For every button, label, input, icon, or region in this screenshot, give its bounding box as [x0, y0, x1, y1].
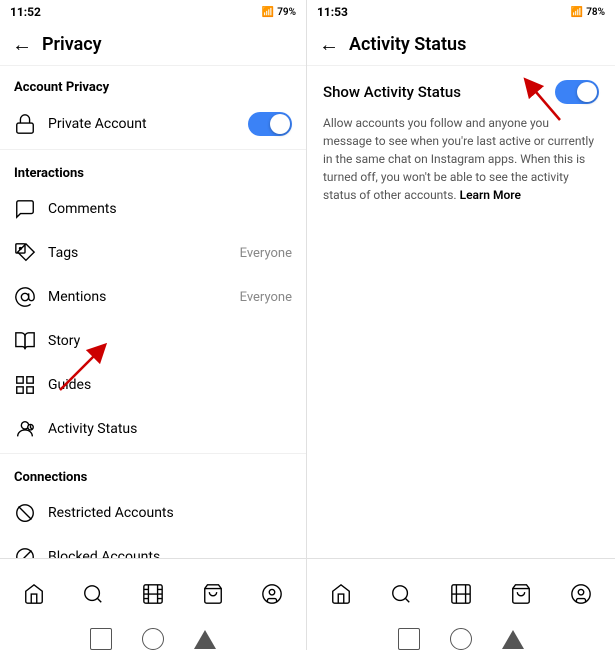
right-nav-search[interactable]	[382, 577, 420, 611]
left-bottom-nav	[0, 558, 306, 628]
activity-description: Allow accounts you follow and anyone you…	[323, 114, 599, 204]
right-gesture-triangle	[502, 630, 524, 649]
left-panel: 11:52 📶 79% ← Privacy Account Privacy Pr…	[0, 0, 307, 650]
right-nav-profile[interactable]	[562, 577, 600, 611]
left-page-title: Privacy	[42, 34, 102, 55]
right-panel: 11:53 📶 78% ← Activity Status Show Activ…	[307, 0, 615, 650]
menu-item-tags[interactable]: Tags Everyone	[0, 231, 306, 275]
section-connections: Connections	[0, 456, 306, 491]
left-time: 11:52	[10, 5, 41, 19]
right-status-icons: 📶 78%	[571, 7, 605, 18]
restricted-accounts-label: Restricted Accounts	[48, 505, 292, 521]
right-time: 11:53	[317, 5, 348, 19]
at-icon	[14, 286, 36, 308]
left-status-icons: 📶 79%	[262, 7, 296, 18]
right-back-button[interactable]: ←	[319, 32, 339, 57]
mentions-value: Everyone	[240, 290, 292, 305]
right-page-title: Activity Status	[349, 34, 466, 55]
right-gesture-circle	[450, 628, 472, 650]
tags-value: Everyone	[240, 246, 292, 261]
right-battery: 78%	[586, 7, 605, 18]
private-account-label: Private Account	[48, 116, 236, 132]
left-status-bar: 11:52 📶 79%	[0, 0, 306, 24]
left-top-bar: ← Privacy	[0, 24, 306, 66]
restricted-icon	[14, 502, 36, 524]
section-interactions: Interactions	[0, 152, 306, 187]
right-gesture-bar	[307, 628, 615, 650]
gesture-square	[90, 628, 112, 650]
gesture-triangle	[194, 630, 216, 649]
show-activity-toggle-row: Show Activity Status	[323, 80, 599, 104]
section-account-privacy: Account Privacy	[0, 66, 306, 101]
right-content-area: Show Activity Status Allow accounts you …	[307, 66, 615, 558]
guides-label: Guides	[48, 377, 292, 393]
tag-icon	[14, 242, 36, 264]
learn-more-link[interactable]: Learn More	[460, 188, 521, 202]
show-activity-toggle[interactable]	[555, 80, 599, 104]
right-top-bar: ← Activity Status	[307, 24, 615, 66]
right-status-bar: 11:53 📶 78%	[307, 0, 615, 24]
menu-item-comments[interactable]: Comments	[0, 187, 306, 231]
story-label: Story	[48, 333, 292, 349]
comment-icon	[14, 198, 36, 220]
left-gesture-bar	[0, 628, 306, 650]
gesture-circle	[142, 628, 164, 650]
left-nav-reels[interactable]	[134, 577, 172, 611]
left-battery: 79%	[277, 7, 296, 18]
lock-icon	[14, 113, 36, 135]
right-nav-reels[interactable]	[442, 577, 480, 611]
comments-label: Comments	[48, 201, 292, 217]
menu-item-story[interactable]: Story	[0, 319, 306, 363]
activity-status-icon	[14, 418, 36, 440]
blocked-accounts-label: Blocked Accounts	[48, 549, 292, 558]
right-bottom-nav	[307, 558, 615, 628]
menu-item-guides[interactable]: Guides	[0, 363, 306, 407]
tags-label: Tags	[48, 245, 228, 261]
left-nav-home[interactable]	[15, 577, 53, 611]
menu-item-private-account[interactable]: Private Account	[0, 101, 306, 147]
right-nav-home[interactable]	[322, 577, 360, 611]
left-scroll-area: Account Privacy Private Account Interact…	[0, 66, 306, 558]
left-nav-profile[interactable]	[253, 577, 291, 611]
guides-icon	[14, 374, 36, 396]
right-nav-shop[interactable]	[502, 577, 540, 611]
blocked-icon	[14, 546, 36, 558]
menu-item-restricted-accounts[interactable]: Restricted Accounts	[0, 491, 306, 535]
menu-item-mentions[interactable]: Mentions Everyone	[0, 275, 306, 319]
mentions-label: Mentions	[48, 289, 228, 305]
left-nav-search[interactable]	[74, 577, 112, 611]
activity-status-label: Activity Status	[48, 421, 292, 437]
menu-item-blocked-accounts[interactable]: Blocked Accounts	[0, 535, 306, 558]
left-back-button[interactable]: ←	[12, 32, 32, 57]
right-gesture-square	[398, 628, 420, 650]
private-account-toggle[interactable]	[248, 112, 292, 136]
show-activity-label: Show Activity Status	[323, 83, 461, 101]
menu-item-activity-status[interactable]: Activity Status	[0, 407, 306, 451]
left-nav-shop[interactable]	[194, 577, 232, 611]
story-icon	[14, 330, 36, 352]
